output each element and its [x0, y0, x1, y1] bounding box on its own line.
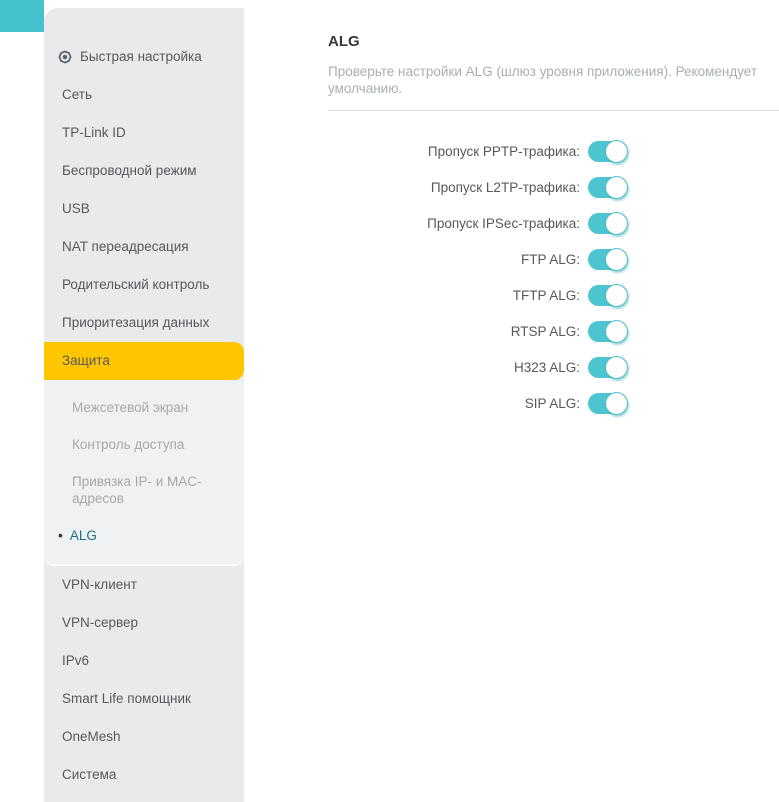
sidebar-item-onemesh[interactable]: OneMesh [44, 718, 244, 756]
setting-row-sip: SIP ALG: [328, 385, 779, 421]
submenu-item-firewall[interactable]: Межсетевой экран [44, 389, 244, 426]
sidebar-item-smart-life[interactable]: Smart Life помощник [44, 680, 244, 718]
divider [328, 110, 779, 111]
toggle-knob [605, 284, 628, 307]
setting-row-h323: H323 ALG: [328, 349, 779, 385]
active-bullet-icon: • [58, 527, 63, 543]
setting-label: FTP ALG: [328, 252, 580, 267]
toggle-knob [605, 356, 628, 379]
submenu-item-alg-active[interactable]: • ALG [44, 517, 244, 554]
setting-row-ftp: FTP ALG: [328, 241, 779, 277]
sidebar-item-wireless[interactable]: Беспроводной режим [44, 152, 244, 190]
page: Быстрая настройка Сеть TP-Link ID Беспро… [0, 0, 779, 802]
sidebar-item-tplink-id[interactable]: TP-Link ID [44, 114, 244, 152]
sidebar-item-label: Быстрая настройка [80, 38, 202, 76]
setting-row-pptp: Пропуск PPTP-трафика: [328, 133, 779, 169]
setting-label: RTSP ALG: [328, 324, 580, 339]
sidebar-item-ipv6[interactable]: IPv6 [44, 642, 244, 680]
sidebar: Быстрая настройка Сеть TP-Link ID Беспро… [44, 8, 244, 802]
toggle-knob [605, 212, 628, 235]
submenu-item-ip-mac-binding[interactable]: Привязка IP- и MAC-адресов [44, 463, 244, 517]
setting-row-rtsp: RTSP ALG: [328, 313, 779, 349]
setting-row-ipsec: Пропуск IPSec-трафика: [328, 205, 779, 241]
sidebar-item-network[interactable]: Сеть [44, 76, 244, 114]
sidebar-item-parental-control[interactable]: Родительский контроль [44, 266, 244, 304]
toggle-ipsec-passthrough[interactable] [588, 213, 626, 234]
setting-row-l2tp: Пропуск L2TP-трафика: [328, 169, 779, 205]
setting-label: Пропуск PPTP-трафика: [328, 144, 580, 159]
gear-icon [57, 49, 73, 65]
sidebar-item-security-active[interactable]: Защита [44, 342, 244, 380]
sidebar-item-qos[interactable]: Приоритезация данных [44, 304, 244, 342]
alg-settings-form: Пропуск PPTP-трафика: Пропуск L2TP-трафи… [328, 133, 779, 421]
sidebar-item-nat[interactable]: NAT переадресация [44, 228, 244, 266]
description-line2: умолчанию. [328, 80, 779, 97]
setting-label: Пропуск IPSec-трафика: [328, 216, 580, 231]
setting-label: Пропуск L2TP-трафика: [328, 180, 580, 195]
page-description: Проверьте настройки ALG (шлюз уровня при… [328, 63, 779, 97]
sidebar-item-usb[interactable]: USB [44, 190, 244, 228]
page-title: ALG [328, 33, 779, 50]
setting-label: H323 ALG: [328, 360, 580, 375]
toggle-ftp-alg[interactable] [588, 249, 626, 270]
toggle-pptp-passthrough[interactable] [588, 141, 626, 162]
sidebar-item-vpn-client[interactable]: VPN-клиент [44, 566, 244, 604]
toggle-tftp-alg[interactable] [588, 285, 626, 306]
setting-row-tftp: TFTP ALG: [328, 277, 779, 313]
toggle-h323-alg[interactable] [588, 357, 626, 378]
toggle-sip-alg[interactable] [588, 393, 626, 414]
submenu-item-access-control[interactable]: Контроль доступа [44, 426, 244, 463]
toggle-knob [605, 176, 628, 199]
security-submenu: Межсетевой экран Контроль доступа Привяз… [44, 380, 244, 566]
setting-label: TFTP ALG: [328, 288, 580, 303]
top-header-bar [0, 0, 44, 32]
sidebar-item-quick-setup[interactable]: Быстрая настройка [44, 38, 244, 76]
toggle-knob [605, 248, 628, 271]
toggle-knob [605, 320, 628, 343]
submenu-item-label: ALG [70, 528, 97, 543]
description-line1: Проверьте настройки ALG (шлюз уровня при… [328, 63, 779, 80]
setting-label: SIP ALG: [328, 396, 580, 411]
toggle-knob [605, 392, 628, 415]
toggle-rtsp-alg[interactable] [588, 321, 626, 342]
main-content: ALG Проверьте настройки ALG (шлюз уровня… [244, 0, 779, 802]
toggle-l2tp-passthrough[interactable] [588, 177, 626, 198]
sidebar-item-vpn-server[interactable]: VPN-сервер [44, 604, 244, 642]
sidebar-item-system[interactable]: Система [44, 756, 244, 794]
toggle-knob [605, 140, 628, 163]
